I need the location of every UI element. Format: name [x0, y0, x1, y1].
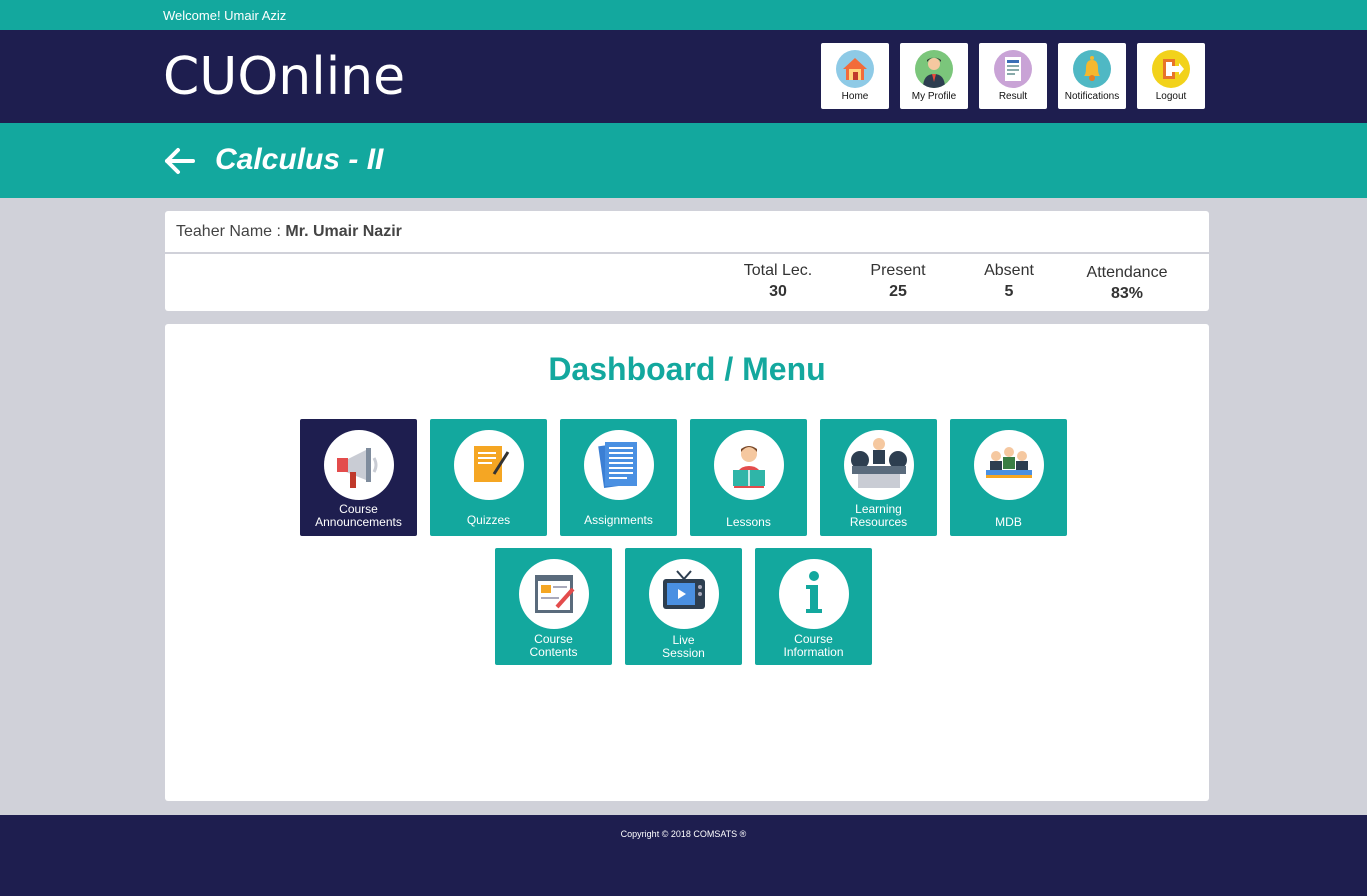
- tile-label-line2: Announcements: [315, 515, 402, 529]
- course-title-bar: [0, 123, 1367, 198]
- welcome-text: Welcome! Umair Aziz: [163, 8, 287, 23]
- nav-notifications-button[interactable]: Notifications: [1058, 43, 1126, 109]
- header: CUOnline Home My Profile Result Notifica…: [0, 30, 1367, 123]
- nav-logout-label: Logout: [1155, 91, 1187, 102]
- tile-assignments[interactable]: Assignments: [560, 419, 677, 536]
- info-icon: [778, 559, 849, 629]
- teacher-name: Teaher Name : Mr. Umair Nazir: [176, 223, 402, 241]
- tile-course-information[interactable]: Course Information: [755, 548, 872, 665]
- tile-label-line1: Assignments: [584, 513, 653, 527]
- tile-label-line2: Resources: [849, 515, 908, 529]
- top-bar: Welcome! Umair Aziz: [0, 0, 1367, 30]
- course-contents-icon: [518, 559, 589, 629]
- assignment-icon: [583, 430, 654, 500]
- tile-label-line1: Lessons: [726, 515, 771, 529]
- tile-live-session[interactable]: Live Session: [625, 548, 742, 665]
- nav-result-button[interactable]: Result: [979, 43, 1047, 109]
- teacher-name-value: Mr. Umair Nazir: [285, 223, 402, 240]
- stat-attendance: Attendance 83%: [1072, 264, 1182, 303]
- tile-label-line1: MDB: [995, 515, 1022, 529]
- footer: Copyright © 2018 COMSATS ®: [0, 815, 1367, 896]
- stat-absent: Absent 5: [954, 262, 1064, 301]
- nav-home-label: Home: [841, 91, 869, 102]
- course-title: Calculus - II: [215, 143, 384, 176]
- nav-profile-button[interactable]: My Profile: [900, 43, 968, 109]
- nav-notifications-label: Notifications: [1064, 91, 1120, 102]
- menu-title: Dashboard / Menu: [548, 351, 826, 387]
- megaphone-icon: [323, 430, 394, 500]
- quiz-icon: [453, 430, 524, 500]
- teacher-label: Teaher Name :: [176, 223, 286, 240]
- brand-text: CUOnline: [163, 47, 406, 107]
- home-icon: [836, 50, 874, 88]
- tile-learning-resources[interactable]: Learning Resources: [820, 419, 937, 536]
- nav-home-button[interactable]: Home: [821, 43, 889, 109]
- stat-value: 5: [1004, 283, 1014, 300]
- dashboard-menu-card: Dashboard / Menu Course Announcements Qu…: [165, 324, 1209, 801]
- tv-icon: [648, 559, 719, 629]
- learning-resources-icon: [843, 430, 914, 500]
- tile-label-line2: Information: [783, 645, 844, 659]
- nav-logout-button[interactable]: Logout: [1137, 43, 1205, 109]
- stat-label: Present: [870, 262, 926, 279]
- stat-value: 25: [889, 283, 907, 300]
- tile-label-line1: Quizzes: [466, 513, 511, 527]
- logout-icon: [1152, 50, 1190, 88]
- tile-quizzes[interactable]: Quizzes: [430, 419, 547, 536]
- copyright-text: Copyright © 2018 COMSATS ®: [620, 829, 747, 839]
- profile-icon: [915, 50, 953, 88]
- tile-label-line2: Session: [662, 646, 705, 660]
- cuonline-logo[interactable]: CUOnline: [163, 51, 405, 103]
- tile-course-announcements[interactable]: Course Announcements: [300, 419, 417, 536]
- tile-mdb[interactable]: MDB: [950, 419, 1067, 536]
- stat-present: Present 25: [843, 262, 953, 301]
- tile-label-line2: Contents: [529, 645, 578, 659]
- stat-label: Attendance: [1086, 264, 1168, 281]
- nav-result-label: Result: [998, 91, 1028, 102]
- bell-icon: [1073, 50, 1111, 88]
- lesson-reader-icon: [713, 430, 784, 500]
- stat-value: 83%: [1110, 285, 1144, 302]
- discussion-board-icon: [973, 430, 1044, 500]
- tile-lessons[interactable]: Lessons: [690, 419, 807, 536]
- teacher-row: Teaher Name : Mr. Umair Nazir: [165, 211, 1209, 254]
- tile-course-contents[interactable]: Course Contents: [495, 548, 612, 665]
- back-arrow-icon[interactable]: [164, 147, 196, 175]
- stat-label: Absent: [984, 262, 1034, 279]
- result-icon: [994, 50, 1032, 88]
- stat-total-lectures: Total Lec. 30: [723, 262, 833, 301]
- nav-profile-label: My Profile: [911, 91, 957, 102]
- stat-label: Total Lec.: [743, 262, 813, 279]
- stat-value: 30: [769, 283, 787, 300]
- course-info-card: Teaher Name : Mr. Umair Nazir Total Lec.…: [165, 211, 1209, 311]
